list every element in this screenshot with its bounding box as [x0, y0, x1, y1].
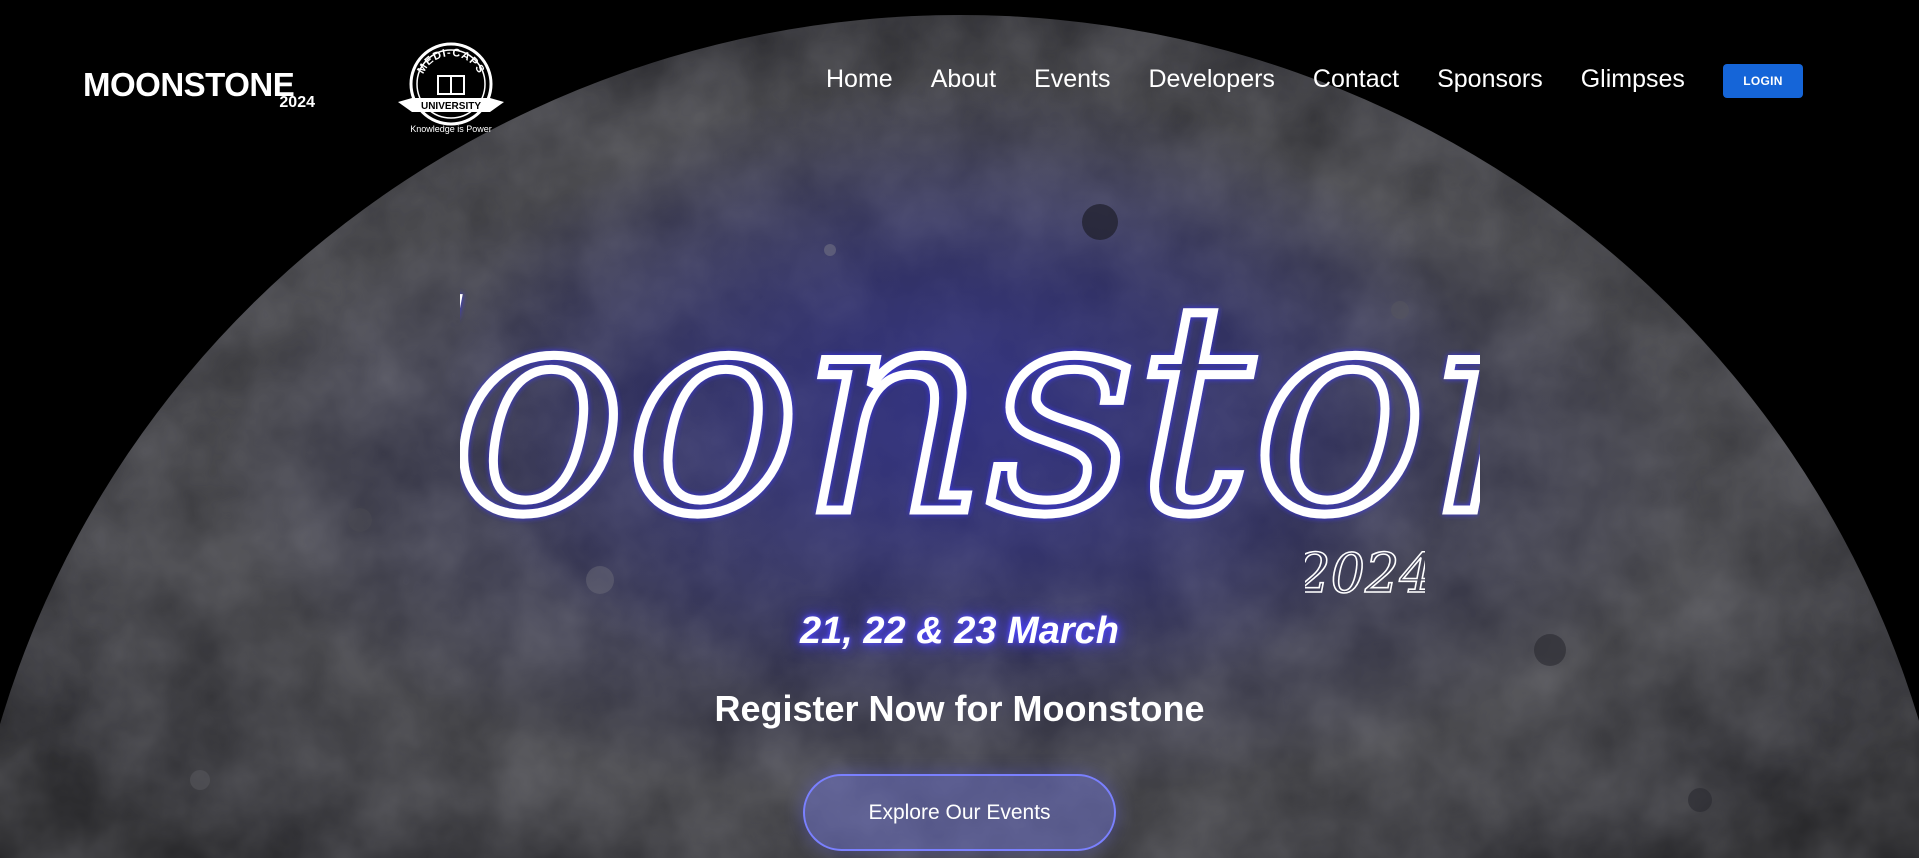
navbar: MOONSTONE 2024 MEDI-CAPS UNIVERSITY Know… [0, 0, 1919, 150]
register-heading: Register Now for Moonstone [714, 688, 1205, 729]
hero-year: 2024 [1305, 541, 1425, 606]
nav-item-glimpses[interactable]: Glimpses [1581, 60, 1685, 98]
nav-item-about[interactable]: About [931, 60, 996, 98]
nav-item-home[interactable]: Home [826, 60, 893, 98]
university-banner: UNIVERSITY [421, 101, 481, 112]
nav-menu: Home About Events Developers Contact Spo… [826, 60, 1685, 98]
university-tagline: Knowledge is Power [410, 124, 492, 134]
nav-item-sponsors[interactable]: Sponsors [1437, 60, 1543, 98]
logo-text: MOONSTONE [83, 66, 295, 103]
nav-item-contact[interactable]: Contact [1313, 60, 1399, 98]
event-dates: 21, 22 & 23 March [0, 610, 1919, 653]
nav-item-developers[interactable]: Developers [1148, 60, 1274, 98]
moonstone-logo[interactable]: MOONSTONE 2024 [83, 68, 315, 116]
logo-year: 2024 [279, 94, 315, 111]
event-dates-text: 21, 22 & 23 March [800, 610, 1119, 652]
university-logo[interactable]: MEDI-CAPS UNIVERSITY Knowledge is Power [388, 42, 514, 138]
nav-item-events[interactable]: Events [1034, 60, 1110, 98]
login-button[interactable]: LOGIN [1723, 64, 1803, 98]
hero-year-text: 2024 [1305, 542, 1425, 605]
hero-title-text: Moonstone [460, 242, 1480, 579]
explore-events-button[interactable]: Explore Our Events [803, 774, 1116, 851]
page: MOONSTONE 2024 MEDI-CAPS UNIVERSITY Know… [0, 0, 1919, 858]
